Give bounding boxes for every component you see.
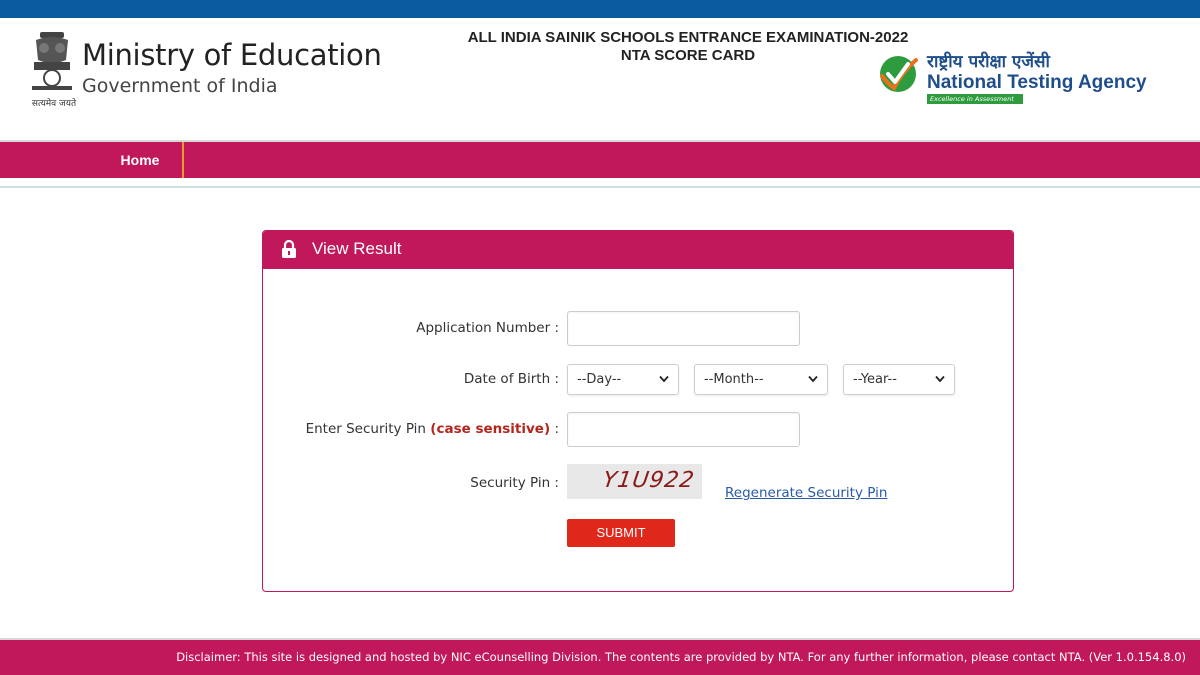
application-number-label: Application Number : [416,320,559,336]
ministry-subtitle: Government of India [82,75,278,97]
ministry-title: Ministry of Education [82,38,382,72]
security-pin-label-colon: : [554,421,559,437]
regenerate-security-pin-link[interactable]: Regenerate Security Pin [725,485,887,501]
panel-title: View Result [312,239,402,258]
site-footer: Disclaimer: This site is designed and ho… [0,638,1200,675]
dob-year-select[interactable]: --Year-- [843,364,955,395]
nta-tagline: Excellence in Assessment [927,94,1023,104]
dob-day-value: --Day-- [577,372,622,387]
dob-day-select[interactable]: --Day-- [567,364,679,395]
dob-year-value: --Year-- [853,372,897,387]
chevron-down-icon [808,375,818,383]
captcha-label: Security Pin : [470,475,559,491]
nav-home-link[interactable]: Home [98,142,184,178]
chevron-down-icon [935,375,945,383]
nav-divider [0,186,1200,188]
nta-checkmark-logo-icon [880,56,918,92]
dob-label: Date of Birth : [463,371,559,387]
dob-month-value: --Month-- [704,372,764,387]
lock-icon [282,239,296,258]
submit-button[interactable]: SUBMIT [567,519,675,547]
dob-month-select[interactable]: --Month-- [694,364,828,395]
nta-hindi-name: राष्ट्रीय परीक्षा एजेंसी [927,52,1050,72]
captcha-image: Y1U922 [567,464,702,499]
panel-header: View Result [263,231,1013,269]
application-number-input[interactable] [567,311,800,346]
security-pin-label: Enter Security Pin (case sensitive) : [262,421,559,437]
main-nav: Home [0,140,1200,178]
emblem-motto: सत्यमेव जयते [31,99,77,109]
captcha-text: Y1U922 [601,468,697,493]
footer-disclaimer: Disclaimer: This site is designed and ho… [176,650,1186,664]
exam-title: ALL INDIA SAINIK SCHOOLS ENTRANCE EXAMIN… [467,29,909,46]
nta-english-name: National Testing Agency [927,72,1147,93]
chevron-down-icon [659,375,669,383]
security-pin-input[interactable] [567,412,800,447]
security-pin-label-main: Enter Security Pin [305,421,426,437]
case-sensitive-note: (case sensitive) [430,421,551,437]
top-strip [0,0,1200,18]
site-header: सत्यमेव जयते Ministry of Education Gover… [0,18,1200,140]
